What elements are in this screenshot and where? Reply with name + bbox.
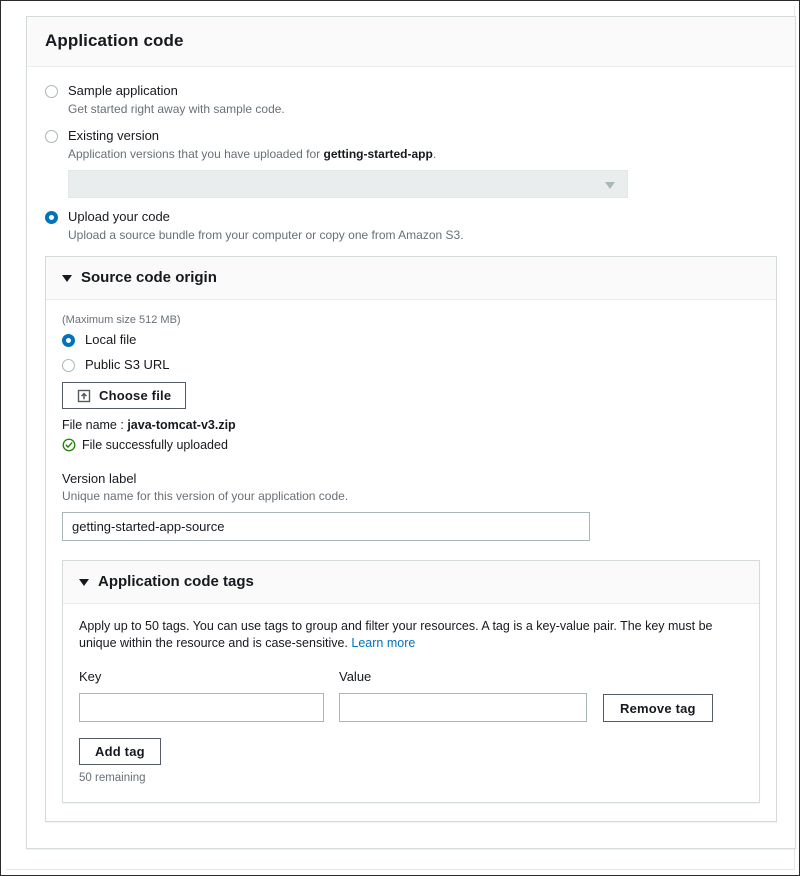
tag-value-column: Value: [339, 669, 587, 722]
check-circle-icon: [62, 438, 76, 452]
option-label-local-file: Local file: [85, 332, 137, 347]
application-code-tags-panel: Application code tags Apply up to 50 tag…: [62, 560, 760, 803]
tag-row: Key Value Remove tag: [79, 669, 743, 722]
file-name-line: File name : java-tomcat-v3.zip: [62, 418, 760, 432]
upload-icon: [77, 389, 91, 403]
max-size-note: (Maximum size 512 MB): [62, 314, 181, 326]
tag-key-header: Key: [79, 669, 102, 684]
option-local-file[interactable]: Local file: [62, 332, 760, 348]
version-label-title: Version label: [62, 471, 137, 486]
card-body: Sample application Get started right awa…: [27, 67, 795, 848]
option-label-upload-your-code: Upload your code: [68, 209, 170, 224]
option-desc-sample-application: Get started right away with sample code.: [68, 102, 285, 116]
file-name-label: File name :: [62, 418, 124, 432]
screenshot-frame: Application code Sample application Get …: [0, 0, 800, 876]
option-label-sample-application: Sample application: [68, 83, 178, 98]
radio-local-file[interactable]: [62, 333, 75, 347]
tag-key-input[interactable]: [79, 693, 324, 722]
source-code-origin-header[interactable]: Source code origin: [46, 257, 776, 300]
option-label-public-s3-url: Public S3 URL: [85, 357, 170, 372]
version-label-field: Version label Unique name for this versi…: [62, 471, 760, 541]
option-desc-existing-version: Application versions that you have uploa…: [68, 146, 777, 162]
option-desc-upload-your-code: Upload a source bundle from your compute…: [68, 228, 464, 242]
tags-remaining-count: 50 remaining: [79, 772, 146, 784]
application-code-tags-title: Application code tags: [98, 573, 254, 590]
upload-status: File successfully uploaded: [62, 438, 760, 452]
option-label-existing-version: Existing version: [68, 128, 160, 143]
existing-version-select[interactable]: [68, 170, 628, 198]
source-code-origin-panel: Source code origin (Maximum size 512 MB)…: [45, 256, 777, 822]
option-existing-version[interactable]: Existing version Application versions th…: [45, 128, 777, 198]
radio-public-s3-url[interactable]: [62, 358, 75, 372]
version-label-input[interactable]: [62, 512, 590, 541]
existing-version-desc-prefix: Application versions that you have uploa…: [68, 147, 324, 161]
option-upload-your-code[interactable]: Upload your code Upload a source bundle …: [45, 209, 777, 243]
add-tag-button[interactable]: Add tag: [79, 738, 161, 765]
source-code-origin-title: Source code origin: [81, 269, 217, 286]
radio-upload-your-code[interactable]: [45, 211, 58, 224]
caret-down-icon[interactable]: [62, 275, 72, 282]
tag-key-column: Key: [79, 669, 324, 722]
caret-down-icon[interactable]: [79, 579, 89, 586]
existing-version-desc-suffix: .: [432, 147, 437, 161]
radio-existing-version[interactable]: [45, 130, 58, 143]
learn-more-link[interactable]: Learn more: [351, 636, 415, 650]
chevron-down-icon: [605, 182, 615, 189]
choose-file-button-label: Choose file: [99, 388, 172, 403]
page-canvas: Application code Sample application Get …: [6, 6, 796, 870]
option-public-s3-url[interactable]: Public S3 URL: [62, 357, 760, 373]
remove-tag-button[interactable]: Remove tag: [603, 694, 713, 722]
tags-description: Apply up to 50 tags. You can use tags to…: [79, 618, 743, 652]
tag-value-header: Value: [339, 669, 372, 684]
version-label-description: Unique name for this version of your app…: [62, 489, 349, 503]
page-title: Application code: [45, 31, 184, 50]
option-sample-application[interactable]: Sample application Get started right awa…: [45, 83, 777, 117]
upload-status-text: File successfully uploaded: [82, 438, 228, 452]
source-code-origin-body: (Maximum size 512 MB) Local file Public …: [46, 300, 776, 821]
tag-value-input[interactable]: [339, 693, 587, 722]
remove-tag-button-label: Remove tag: [620, 700, 696, 716]
application-code-tags-body: Apply up to 50 tags. You can use tags to…: [63, 604, 759, 802]
existing-version-app-name: getting-started-app: [323, 147, 433, 161]
choose-file-button[interactable]: Choose file: [62, 382, 187, 409]
card-header: Application code: [27, 17, 795, 67]
application-code-card: Application code Sample application Get …: [26, 16, 796, 849]
add-tag-button-label: Add tag: [95, 744, 145, 759]
application-code-tags-header[interactable]: Application code tags: [63, 561, 759, 604]
file-name-value: java-tomcat-v3.zip: [127, 418, 236, 432]
radio-sample-application[interactable]: [45, 85, 58, 98]
